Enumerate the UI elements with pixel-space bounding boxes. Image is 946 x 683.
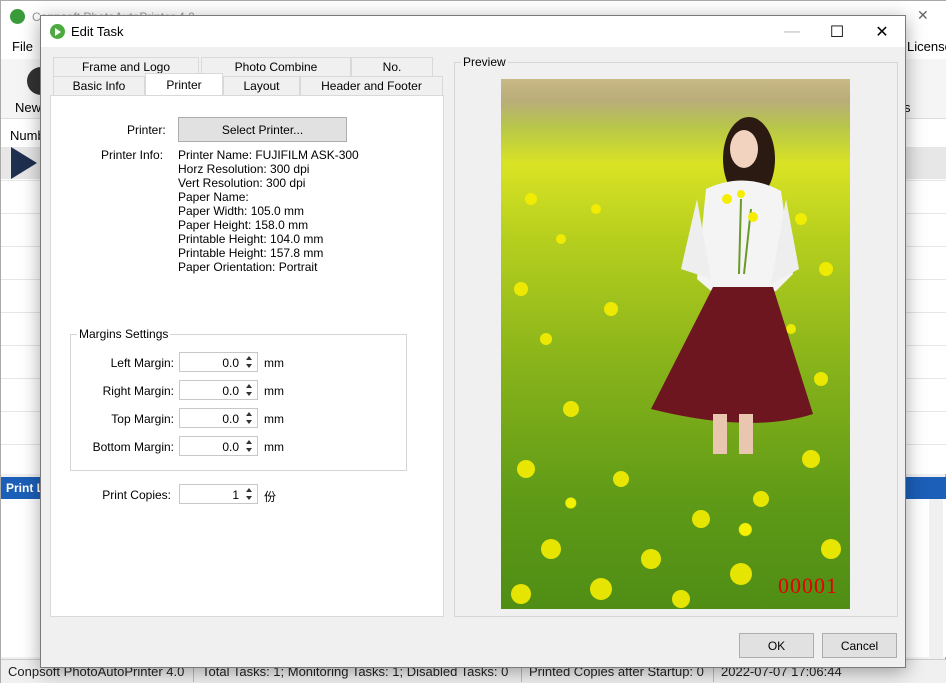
preview-photo-art <box>511 117 841 608</box>
preview-legend: Preview <box>461 55 508 69</box>
preview-photo: 00001 <box>501 79 850 609</box>
serial-number-overlay: 00001 <box>778 573 838 598</box>
dialog-title-bar: Edit Task — ☐ ✕ <box>41 16 905 47</box>
bottom-margin-label: Bottom Margin: <box>92 440 174 454</box>
printer-info-line: Printable Height: 104.0 mm <box>178 232 324 246</box>
printer-info-line: Printable Height: 157.8 mm <box>178 246 324 260</box>
bottom-margin-value: 0.0 <box>222 440 239 454</box>
spin-arrows-icon[interactable] <box>245 487 255 501</box>
menu-license[interactable]: License <box>907 39 946 54</box>
app-icon <box>50 24 65 39</box>
tab-layout[interactable]: Layout <box>223 76 300 95</box>
top-margin-unit: mm <box>264 412 284 426</box>
print-copies-value: 1 <box>232 488 239 502</box>
new-task-label[interactable]: New <box>15 100 41 115</box>
right-margin-unit: mm <box>264 384 284 398</box>
play-icon[interactable] <box>11 147 37 179</box>
minimize-icon: — <box>784 22 800 40</box>
printer-info-line: Printer Name: FUJIFILM ASK-300 <box>178 148 359 162</box>
spin-arrows-icon[interactable] <box>245 383 255 397</box>
printer-info: Printer Name: FUJIFILM ASK-300 Horz Reso… <box>178 148 359 274</box>
printer-info-line: Horz Resolution: 300 dpi <box>178 162 310 176</box>
printer-label: Printer: <box>127 123 166 137</box>
printer-tab-panel: Printer: Select Printer... Printer Info:… <box>50 95 444 617</box>
close-icon[interactable]: ✕ <box>917 7 929 24</box>
printer-info-label: Printer Info: <box>101 148 164 162</box>
maximize-icon[interactable]: ☐ <box>814 16 860 47</box>
close-icon[interactable]: ✕ <box>859 16 905 47</box>
top-margin-label: Top Margin: <box>111 412 174 426</box>
spin-arrows-icon[interactable] <box>245 411 255 425</box>
dialog-title: Edit Task <box>71 24 124 39</box>
print-log-scrollbar[interactable] <box>929 499 943 657</box>
printer-info-line: Paper Height: 158.0 mm <box>178 218 309 232</box>
printer-info-line: Paper Orientation: Portrait <box>178 260 318 274</box>
margins-settings-legend: Margins Settings <box>77 327 171 341</box>
printer-info-line: Paper Width: 105.0 mm <box>178 204 305 218</box>
tab-no[interactable]: No. <box>351 57 433 76</box>
print-copies-spinbox[interactable]: 1 <box>179 484 258 504</box>
right-margin-label: Right Margin: <box>102 384 174 398</box>
print-copies-unit: 份 <box>264 490 277 504</box>
printer-info-line: Paper Name: <box>178 190 249 204</box>
print-copies-label: Print Copies: <box>102 488 171 502</box>
preview-group: Preview 00001 <box>454 55 898 617</box>
left-margin-label: Left Margin: <box>110 356 174 370</box>
margins-settings-group: Margins Settings Left Margin: 0.0 mm Rig… <box>70 327 407 471</box>
ok-button[interactable]: OK <box>739 633 814 658</box>
left-margin-unit: mm <box>264 356 284 370</box>
top-margin-spinbox[interactable]: 0.0 <box>179 408 258 428</box>
app-icon <box>10 9 25 24</box>
right-margin-value: 0.0 <box>222 384 239 398</box>
tab-basic-info[interactable]: Basic Info <box>53 76 145 95</box>
printer-info-line: Vert Resolution: 300 dpi <box>178 176 306 190</box>
print-log-title: Print L <box>6 481 44 495</box>
spin-arrows-icon[interactable] <box>245 439 255 453</box>
tab-photo-combine[interactable]: Photo Combine <box>201 57 351 76</box>
left-margin-spinbox[interactable]: 0.0 <box>179 352 258 372</box>
spin-arrows-icon[interactable] <box>245 355 255 369</box>
menu-file[interactable]: File <box>12 39 33 54</box>
tab-printer[interactable]: Printer <box>145 73 223 95</box>
edit-task-dialog: Edit Task — ☐ ✕ Frame and Logo Photo Com… <box>40 15 906 668</box>
left-margin-value: 0.0 <box>222 356 239 370</box>
bottom-margin-spinbox[interactable]: 0.0 <box>179 436 258 456</box>
select-printer-button[interactable]: Select Printer... <box>178 117 347 142</box>
right-margin-spinbox[interactable]: 0.0 <box>179 380 258 400</box>
tab-header-and-footer[interactable]: Header and Footer <box>300 76 443 95</box>
top-margin-value: 0.0 <box>222 412 239 426</box>
cancel-button[interactable]: Cancel <box>822 633 897 658</box>
bottom-margin-unit: mm <box>264 440 284 454</box>
